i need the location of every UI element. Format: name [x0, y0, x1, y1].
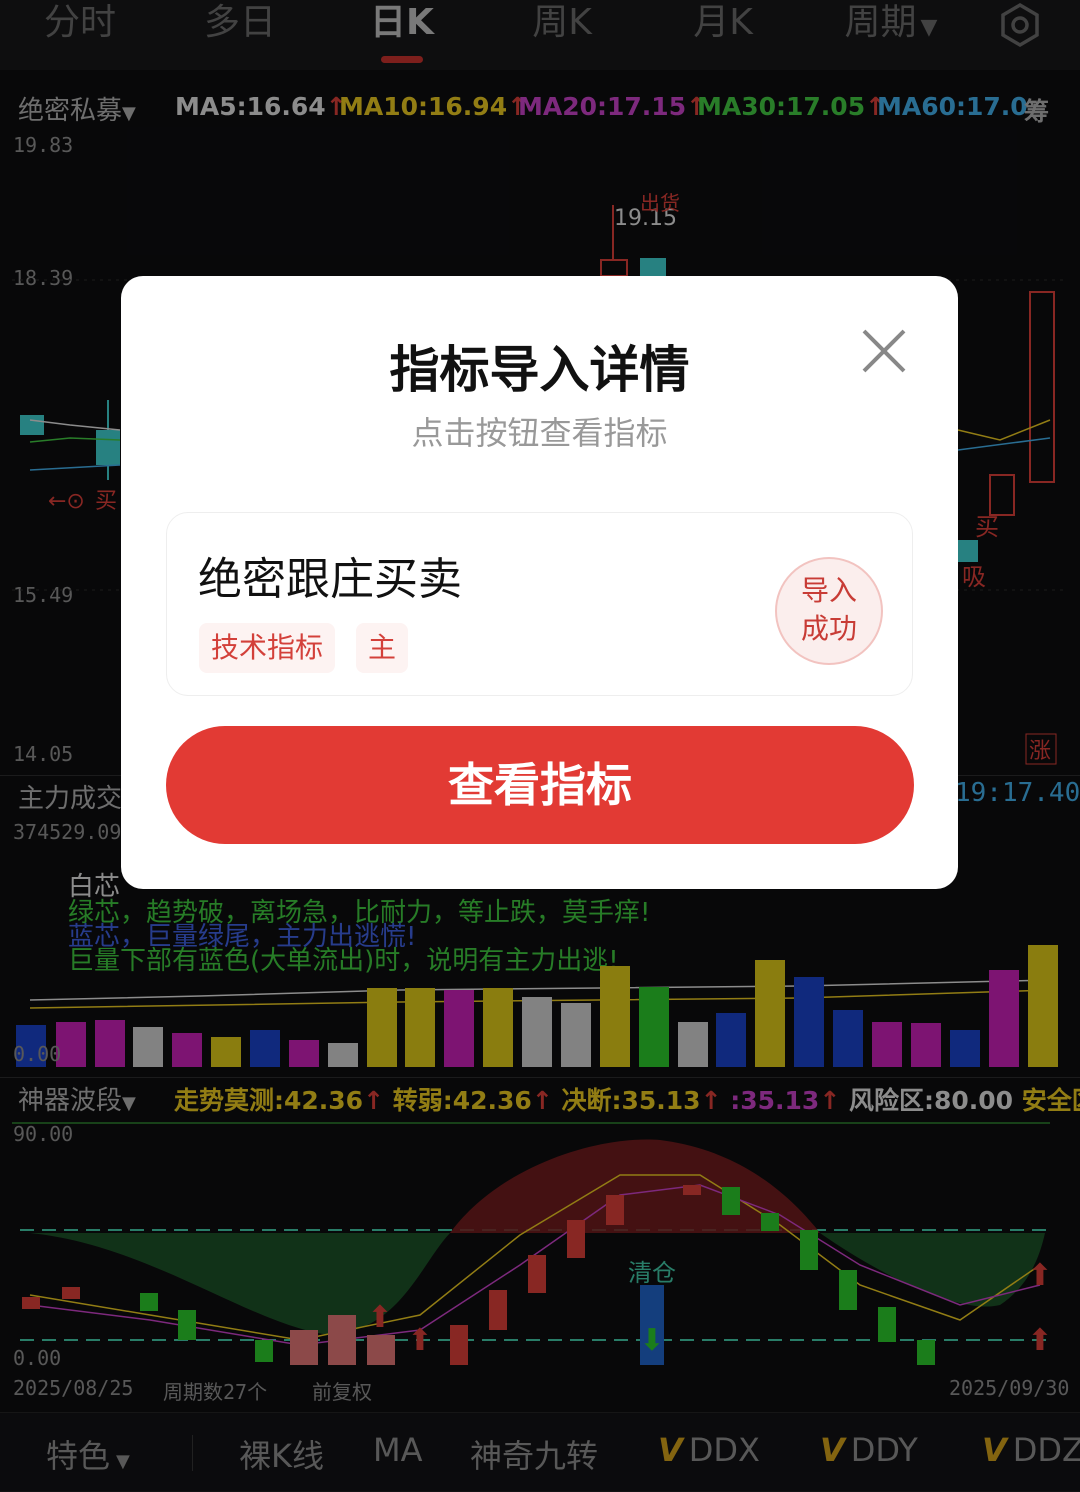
toolbar-ma[interactable]: MA	[373, 1431, 423, 1469]
period-count: 周期数27个	[163, 1380, 268, 1404]
vip-icon: V	[658, 1431, 683, 1469]
close-icon[interactable]	[859, 326, 909, 376]
candle	[20, 415, 44, 435]
candle	[600, 259, 628, 277]
candle	[640, 258, 666, 276]
active-tab-indicator	[381, 56, 423, 63]
tag-technical: 技术指标	[199, 623, 336, 673]
import-success-badge: 导入 成功	[775, 557, 883, 665]
toolbar-ddz[interactable]: V DDZ	[982, 1431, 1080, 1469]
tab-period[interactable]: 周期 ▼	[826, 0, 956, 50]
toolbar-ddy[interactable]: V DDY	[820, 1431, 918, 1469]
wave-indicator-selector[interactable]: 神器波段▼	[18, 1080, 136, 1117]
arrow-up-icon: ⬆	[1027, 1323, 1052, 1358]
arrow-up-icon: ⬆	[367, 1300, 392, 1335]
sell-signal-label: 出货	[640, 191, 680, 215]
chevron-down-icon: ▼	[920, 15, 938, 40]
indicator-card: 绝密跟庄买卖 技术指标 主 导入 成功	[166, 512, 913, 696]
dialog-title: 指标导入详情	[389, 341, 690, 399]
stat-trend: 走势莫测:42.36	[174, 1086, 364, 1115]
view-indicator-button[interactable]: 查看指标	[166, 726, 914, 844]
wave-chart[interactable]: 清仓 ⬆ ⬆ ⬇ ⬆ ⬆	[0, 1115, 1080, 1375]
arrow-up-icon: ⬆	[1027, 1258, 1052, 1293]
toolbar-ddx[interactable]: V DDX	[658, 1431, 760, 1469]
wave-indicator-name: 神器波段	[18, 1086, 123, 1116]
clear-position-label: 清仓	[628, 1259, 676, 1287]
candle	[1029, 291, 1055, 483]
stat-decision-2: :35.13	[730, 1086, 820, 1115]
badge-line-2: 成功	[800, 612, 857, 645]
indicator-toolbar: 特色 ▼ 裸K线 MA 神奇九转 V DDX V DDY V DDZ	[0, 1412, 1080, 1492]
volume-axis-max: 374529.09	[13, 820, 122, 844]
end-date: 2025/09/30	[949, 1376, 1070, 1400]
toolbar-naked-k[interactable]: 裸K线	[239, 1431, 324, 1477]
dialog-subtitle: 点击按钮查看指标	[411, 414, 668, 452]
start-date: 2025/08/25	[13, 1376, 134, 1400]
tab-period-label: 周期	[844, 2, 917, 43]
stat-risk: 风险区:80.00	[849, 1086, 1014, 1115]
vip-icon: V	[982, 1431, 1007, 1469]
ma60-value: MA60:17.0	[877, 92, 1028, 121]
divider	[192, 1435, 193, 1471]
ma30-value: MA30:17.05↑	[697, 92, 887, 121]
chevron-down-icon: ▼	[116, 1451, 130, 1472]
ma5-value: MA5:16.64↑	[175, 92, 347, 121]
candle	[989, 474, 1015, 516]
tag-main: 主	[356, 623, 409, 673]
tab-weekly-k[interactable]: 周K	[512, 0, 612, 50]
tab-daily-k[interactable]: 日K	[352, 0, 452, 50]
tab-monthly-k[interactable]: 月K	[673, 0, 773, 50]
arrow-down-icon: ⬇	[639, 1323, 664, 1358]
arrow-up-icon: ⬆	[407, 1323, 432, 1358]
stat-weak: 转弱:42.36	[392, 1086, 532, 1115]
indicator-name: 绝密跟庄买卖	[198, 554, 462, 605]
svg-text:←⊙: ←⊙	[48, 489, 85, 514]
toolbar-ddy-label: DDY	[850, 1431, 918, 1469]
ma20-value: MA20:17.15↑	[518, 92, 708, 121]
period-tab-bar: 分时 多日 日K 周K 月K 周期 ▼	[0, 0, 1080, 70]
feature-menu-label: 特色	[46, 1437, 111, 1475]
ma10-value: MA10:16.94↑	[339, 92, 529, 121]
volume-right-value: 19:17.40	[955, 778, 1080, 808]
toolbar-ddz-label: DDZ	[1012, 1431, 1080, 1469]
badge-line-1: 导入	[800, 574, 857, 607]
tab-multi-day[interactable]: 多日	[190, 0, 290, 50]
volume-indicator-name[interactable]: 主力成交	[18, 778, 122, 815]
volume-axis-zero: 0.00	[13, 1042, 62, 1066]
candle	[958, 540, 978, 562]
buy-label-right: 买	[975, 513, 999, 541]
adjust-mode[interactable]: 前复权	[312, 1376, 372, 1405]
stat-safe: 安全区	[1021, 1086, 1080, 1115]
volume-bars	[16, 945, 1058, 1067]
toolbar-magic-nine[interactable]: 神奇九转	[470, 1431, 598, 1477]
toolbar-ddx-label: DDX	[688, 1431, 760, 1469]
gear-icon[interactable]	[997, 2, 1043, 48]
chevron-down-icon: ▼	[122, 1093, 136, 1114]
tab-intraday[interactable]: 分时	[30, 0, 130, 50]
buy-label-left: 买	[95, 489, 117, 514]
vip-icon: V	[820, 1431, 845, 1469]
rise-label: 涨	[1029, 739, 1051, 764]
import-detail-dialog: 指标导入详情 点击按钮查看指标 绝密跟庄买卖 技术指标 主 导入 成功 查看指标	[121, 276, 958, 889]
wave-stats: 走势莫测:42.36↑ 转弱:42.36↑ 决断:35.13↑ :35.13↑ …	[174, 1081, 1080, 1117]
feature-menu[interactable]: 特色 ▼	[46, 1431, 130, 1477]
stat-decision: 决断:35.13	[561, 1086, 701, 1115]
absorb-label: 吸	[962, 563, 986, 591]
candle	[96, 430, 120, 465]
